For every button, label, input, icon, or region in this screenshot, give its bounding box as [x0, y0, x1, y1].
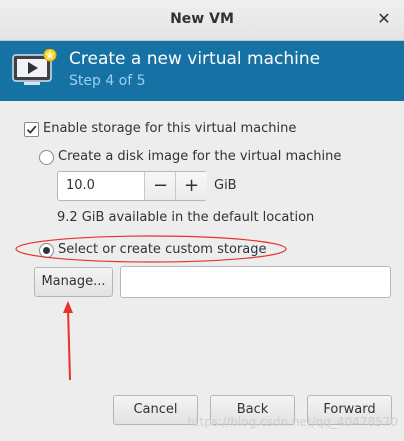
banner-title: Create a new virtual machine: [69, 49, 321, 69]
minus-icon[interactable]: −: [144, 172, 176, 200]
available-space-text: 9.2 GiB available in the default locatio…: [57, 210, 315, 225]
checkmark-icon: [26, 125, 37, 134]
disk-image-label[interactable]: Create a disk image for the virtual mach…: [58, 149, 341, 164]
vm-monitor-icon: [12, 48, 58, 89]
cancel-button[interactable]: Cancel: [113, 395, 198, 425]
disk-size-spinner[interactable]: 10.0 − +: [57, 171, 207, 201]
close-icon[interactable]: ✕: [374, 9, 394, 29]
watermark: https://blog.csdn.net/qq_40478570: [187, 415, 398, 429]
custom-storage-path-input[interactable]: [120, 266, 391, 298]
enable-storage-checkbox[interactable]: [24, 122, 39, 137]
annotation-arrow: [63, 301, 73, 381]
window-title: New VM: [170, 11, 234, 27]
size-unit: GiB: [214, 178, 237, 193]
plus-icon[interactable]: +: [175, 172, 207, 200]
wizard-banner: Create a new virtual machine Step 4 of 5: [0, 41, 404, 101]
enable-storage-label[interactable]: Enable storage for this virtual machine: [43, 121, 296, 136]
annotation-ellipse: [15, 235, 287, 263]
disk-image-radio[interactable]: [39, 150, 54, 165]
banner-step: Step 4 of 5: [69, 73, 146, 89]
manage-button[interactable]: Manage...: [34, 267, 113, 297]
disk-size-value[interactable]: 10.0: [66, 178, 95, 193]
title-bar: New VM ✕: [0, 0, 404, 41]
